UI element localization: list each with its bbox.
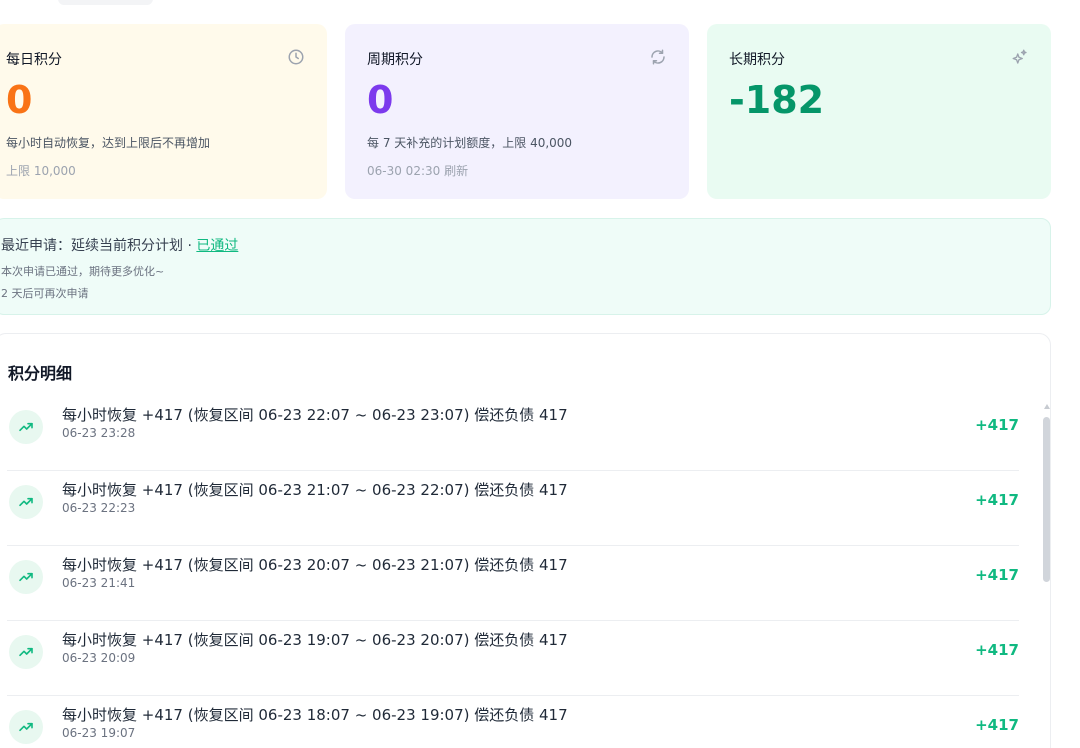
notice-prefix: 最近申请：延续当前积分计划 · bbox=[1, 238, 197, 254]
trending-up-icon bbox=[9, 485, 43, 519]
longterm-points-title: 长期积分 bbox=[729, 52, 785, 68]
weekly-points-refresh: 06-30 02:30 刷新 bbox=[367, 164, 469, 178]
application-notice: 最近申请：延续当前积分计划 · 已通过 本次申请已通过，期待更多优化~ 2 天后… bbox=[0, 218, 1051, 315]
scroll-up-arrow-icon[interactable] bbox=[1044, 404, 1050, 409]
ledger-item-time: 06-23 19:07 bbox=[62, 726, 136, 740]
daily-points-title: 每日积分 bbox=[6, 52, 62, 68]
weekly-points-description: 每 7 天补充的计划额度，上限 40,000 bbox=[367, 136, 573, 150]
ledger-item-time: 06-23 21:41 bbox=[62, 576, 136, 590]
ledger-item-text: 每小时恢复 +417 (恢复区间 06-23 21:07 ~ 06-23 22:… bbox=[62, 481, 568, 499]
weekly-points-card: 周期积分 0 每 7 天补充的计划额度，上限 40,000 06-30 02:3… bbox=[345, 24, 689, 199]
list-item: 每小时恢复 +417 (恢复区间 06-23 21:07 ~ 06-23 22:… bbox=[7, 471, 1019, 546]
refresh-icon bbox=[651, 49, 665, 65]
points-ledger-panel: 积分明细 每小时恢复 +417 (恢复区间 06-23 22:07 ~ 06-2… bbox=[0, 333, 1051, 748]
ledger-item-amount: +417 bbox=[975, 491, 1019, 509]
ledger-item-text: 每小时恢复 +417 (恢复区间 06-23 19:07 ~ 06-23 20:… bbox=[62, 631, 568, 649]
ledger-item-text: 每小时恢复 +417 (恢复区间 06-23 22:07 ~ 06-23 23:… bbox=[62, 406, 568, 424]
scroll-thumb[interactable] bbox=[1043, 417, 1050, 582]
top-tab[interactable] bbox=[58, 0, 153, 5]
trending-up-icon bbox=[9, 635, 43, 669]
ledger-list: 每小时恢复 +417 (恢复区间 06-23 22:07 ~ 06-23 23:… bbox=[0, 396, 1025, 748]
trending-up-icon bbox=[9, 410, 43, 444]
trending-up-icon bbox=[9, 560, 43, 594]
daily-points-limit: 上限 10,000 bbox=[6, 164, 76, 178]
weekly-points-title: 周期积分 bbox=[367, 52, 423, 68]
list-item: 每小时恢复 +417 (恢复区间 06-23 22:07 ~ 06-23 23:… bbox=[7, 396, 1019, 471]
daily-points-description: 每小时自动恢复，达到上限后不再增加 bbox=[6, 136, 211, 150]
ledger-title: 积分明细 bbox=[8, 364, 73, 383]
sparkle-icon bbox=[1012, 49, 1027, 64]
ledger-item-time: 06-23 23:28 bbox=[62, 426, 136, 440]
longterm-points-card: 长期积分 -182 bbox=[707, 24, 1051, 199]
list-item: 每小时恢复 +417 (恢复区间 06-23 20:07 ~ 06-23 21:… bbox=[7, 546, 1019, 621]
notice-status-link[interactable]: 已通过 bbox=[196, 238, 238, 254]
notice-message: 本次申请已通过，期待更多优化~ bbox=[1, 265, 165, 278]
daily-points-value: 0 bbox=[6, 78, 33, 122]
notice-headline: 最近申请：延续当前积分计划 · 已通过 bbox=[1, 235, 238, 255]
weekly-points-value: 0 bbox=[367, 78, 394, 122]
daily-points-card: 每日积分 0 每小时自动恢复，达到上限后不再增加 上限 10,000 bbox=[0, 24, 327, 199]
longterm-points-value: -182 bbox=[729, 78, 825, 122]
ledger-item-amount: +417 bbox=[975, 716, 1019, 734]
list-item: 每小时恢复 +417 (恢复区间 06-23 19:07 ~ 06-23 20:… bbox=[7, 621, 1019, 696]
ledger-item-text: 每小时恢复 +417 (恢复区间 06-23 18:07 ~ 06-23 19:… bbox=[62, 706, 568, 724]
ledger-item-amount: +417 bbox=[975, 416, 1019, 434]
ledger-item-time: 06-23 22:23 bbox=[62, 501, 136, 515]
ledger-item-text: 每小时恢复 +417 (恢复区间 06-23 20:07 ~ 06-23 21:… bbox=[62, 556, 568, 574]
ledger-scrollbar[interactable] bbox=[1042, 402, 1051, 748]
ledger-item-amount: +417 bbox=[975, 641, 1019, 659]
clock-icon bbox=[288, 49, 304, 65]
ledger-item-time: 06-23 20:09 bbox=[62, 651, 136, 665]
ledger-item-amount: +417 bbox=[975, 566, 1019, 584]
list-item: 每小时恢复 +417 (恢复区间 06-23 18:07 ~ 06-23 19:… bbox=[7, 696, 1019, 748]
trending-up-icon bbox=[9, 710, 43, 744]
notice-cooldown: 2 天后可再次申请 bbox=[1, 287, 89, 300]
